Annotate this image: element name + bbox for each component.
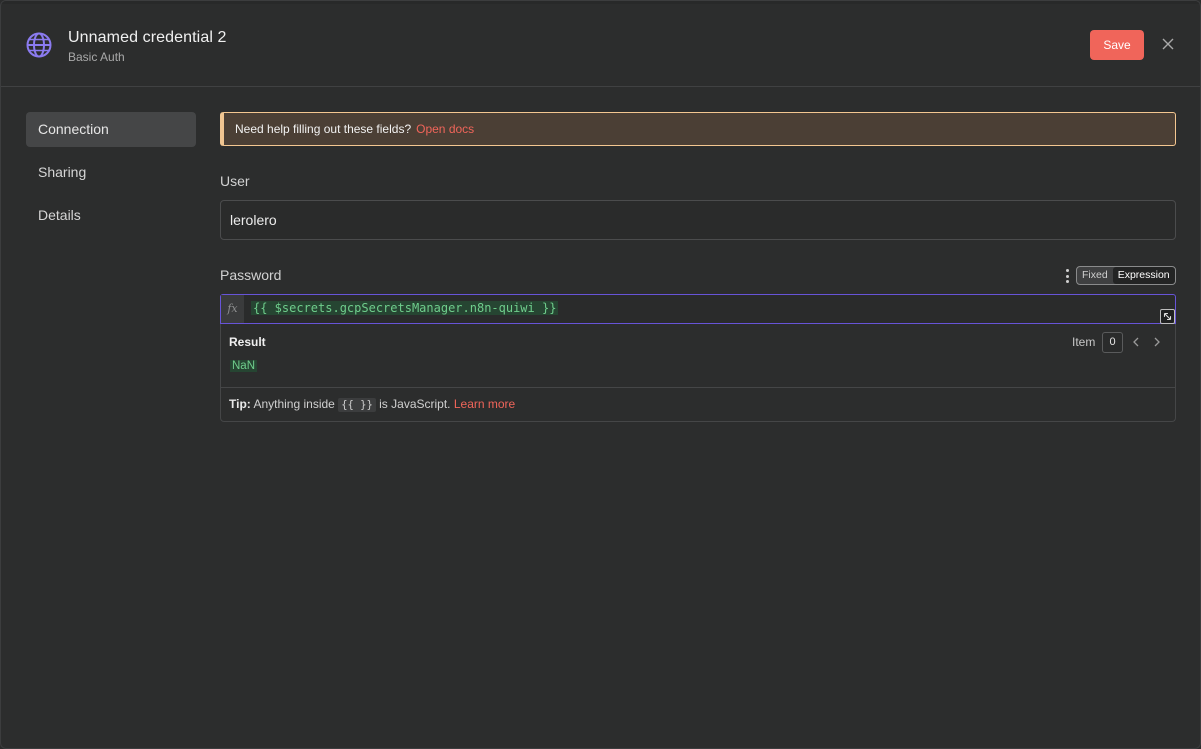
sidebar-item-sharing[interactable]: Sharing xyxy=(26,155,196,190)
options-kebab-icon[interactable] xyxy=(1063,269,1071,283)
help-notice: Need help filling out these fields? Open … xyxy=(220,112,1176,146)
sidebar-item-connection[interactable]: Connection xyxy=(26,112,196,147)
open-docs-link[interactable]: Open docs xyxy=(416,122,474,136)
credential-type: Basic Auth xyxy=(68,50,125,64)
tip-text-before: Anything inside xyxy=(253,397,335,411)
chevron-left-icon[interactable] xyxy=(1131,336,1141,348)
credential-modal: Unnamed credential 2 Basic Auth Save Con… xyxy=(0,0,1201,749)
sidebar-item-label: Sharing xyxy=(38,164,87,180)
expression-result-panel: Result Item 0 NaN Tip: Anything inside {… xyxy=(220,324,1176,422)
sidebar-item-details[interactable]: Details xyxy=(26,198,196,233)
fixed-expression-toggle: Fixed Expression xyxy=(1076,266,1176,285)
credential-title[interactable]: Unnamed credential 2 xyxy=(68,29,227,47)
sidebar: Connection Sharing Details xyxy=(26,112,196,241)
tip-text-after: is JavaScript. xyxy=(379,397,451,411)
password-label: Password xyxy=(220,267,282,283)
item-label: Item xyxy=(1072,335,1096,349)
sidebar-item-label: Details xyxy=(38,207,81,223)
save-button[interactable]: Save xyxy=(1090,30,1144,60)
fx-icon: fx xyxy=(221,295,244,323)
connection-panel: Need help filling out these fields? Open … xyxy=(220,112,1176,422)
tip-code: {{ }} xyxy=(338,398,376,412)
expand-icon[interactable] xyxy=(1160,309,1175,324)
globe-icon xyxy=(26,32,52,58)
mode-fixed-option[interactable]: Fixed xyxy=(1077,267,1113,284)
item-index-input[interactable]: 0 xyxy=(1102,332,1123,353)
user-input[interactable] xyxy=(220,200,1176,240)
notice-text: Need help filling out these fields? xyxy=(235,122,412,136)
user-label: User xyxy=(220,173,250,189)
modal-header: Unnamed credential 2 Basic Auth Save xyxy=(1,1,1200,87)
result-title: Result xyxy=(229,335,266,349)
close-icon xyxy=(1162,38,1174,50)
expression-text[interactable]: {{ $secrets.gcpSecretsManager.n8n-quiwi … xyxy=(251,301,559,315)
mode-expression-option[interactable]: Expression xyxy=(1112,267,1175,284)
tip-row: Tip: Anything inside {{ }} is JavaScript… xyxy=(221,387,1175,421)
result-value: NaN xyxy=(230,360,258,372)
close-button[interactable] xyxy=(1157,33,1179,55)
tip-label: Tip: xyxy=(229,397,251,411)
learn-more-link[interactable]: Learn more xyxy=(454,397,515,411)
password-expression-editor[interactable]: fx {{ $secrets.gcpSecretsManager.n8n-qui… xyxy=(220,294,1176,324)
chevron-right-icon[interactable] xyxy=(1152,336,1162,348)
sidebar-item-label: Connection xyxy=(38,121,109,137)
